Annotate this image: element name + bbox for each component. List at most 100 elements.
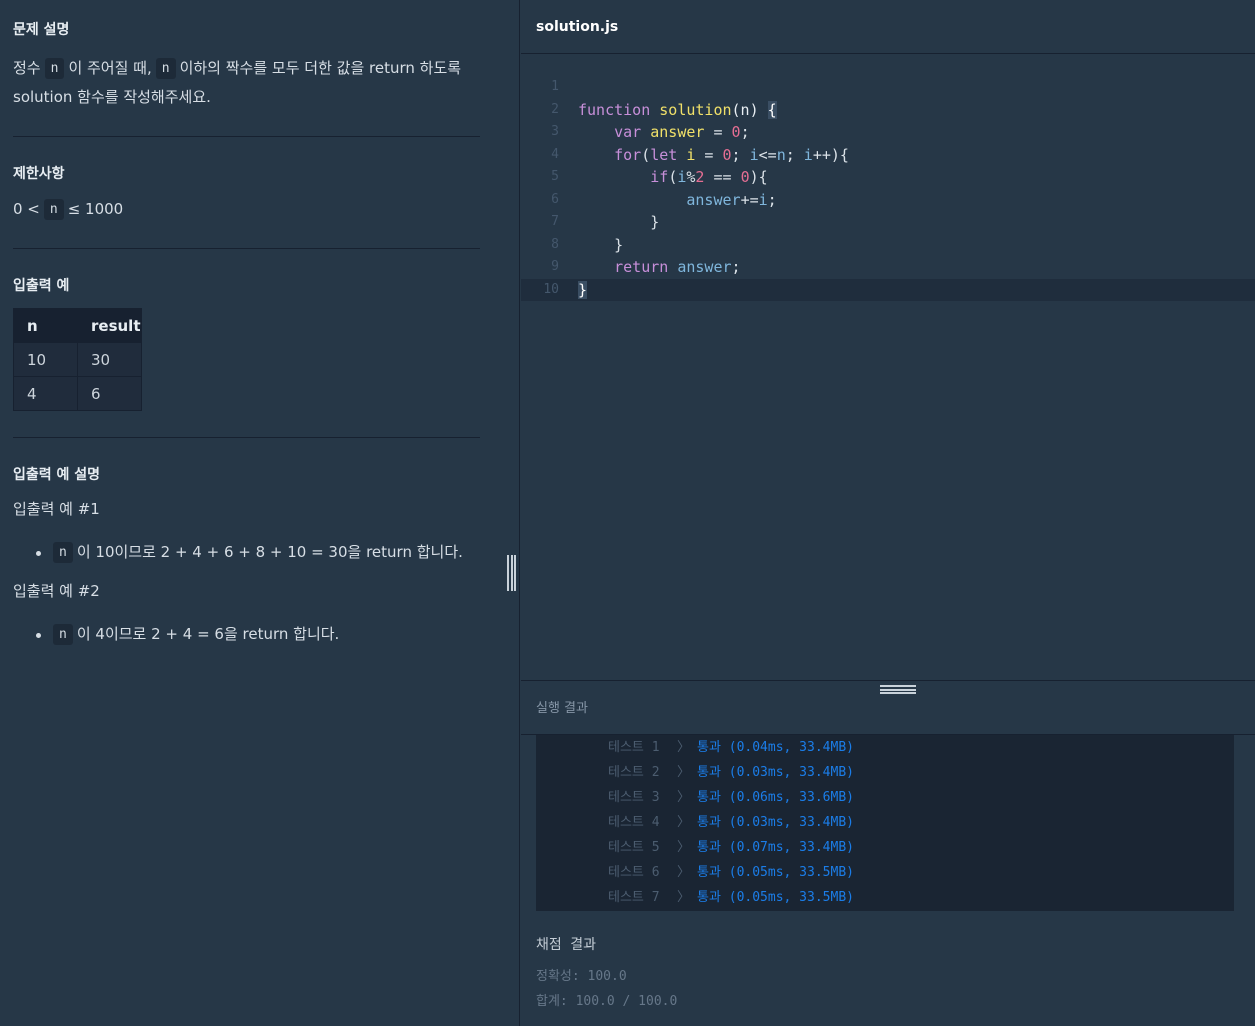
test-status: 통과 (0.04ms, 33.4MB) — [697, 740, 854, 755]
io-example-table: n result 10 30 4 6 — [13, 308, 142, 411]
problem-description: 정수 n 이 주어질 때, n 이하의 짝수를 모두 더한 값을 return 하도록 … — [13, 54, 480, 112]
table-cell: 10 — [13, 342, 78, 377]
code-line: 3 var answer = 0; — [521, 121, 1255, 144]
table-header: result — [77, 308, 142, 343]
example-1-text: n이 10이므로 2 + 4 + 6 + 8 + 10 = 30을 return… — [49, 538, 489, 567]
run-result-title: 실행 결과 — [536, 701, 588, 716]
code-token: return — [614, 258, 669, 276]
code-token: ; — [731, 145, 750, 164]
code-token: i — [749, 145, 759, 164]
code-token: if — [650, 168, 669, 186]
inline-code: n — [43, 199, 64, 220]
code-editor[interactable]: 1 2 function solution(n) { 3 var answer =… — [521, 76, 1255, 301]
desc-text: 이 주어질 때, — [68, 59, 152, 77]
code-token: (n) — [731, 100, 768, 119]
file-tab[interactable]: solution.js — [536, 19, 618, 35]
desc-text: solution 함수를 작성해주세요. — [13, 88, 211, 106]
test-name: 테스트 5 — [608, 840, 660, 855]
code-token: ; — [785, 145, 804, 164]
code-token: function — [578, 100, 651, 119]
test-name: 테스트 3 — [608, 790, 660, 805]
line-number: 8 — [551, 236, 559, 252]
test-name: 테스트 7 — [608, 890, 660, 905]
line-number: 7 — [551, 214, 559, 229]
code-token: answer — [650, 123, 705, 141]
code-token: } — [614, 235, 624, 254]
test-status: 통과 (0.03ms, 33.4MB) — [697, 765, 854, 780]
inline-code: n — [44, 58, 65, 79]
code-line: 5 if(i%2 == 0){ — [521, 166, 1255, 189]
code-token: var — [614, 123, 642, 141]
test-name: 테스트 4 — [608, 815, 660, 830]
line-number: 9 — [551, 259, 559, 274]
example-2-title: 입출력 예 #2 — [13, 582, 100, 600]
table-header: n — [13, 308, 78, 343]
code-token: { — [767, 100, 777, 119]
chevron-right-icon: 〉 — [677, 815, 691, 830]
constraint-line: 0 < n ≤ 1000 — [13, 195, 480, 224]
problem-description-title: 문제 설명 — [13, 22, 70, 38]
chevron-right-icon: 〉 — [677, 890, 691, 905]
divider — [13, 136, 480, 137]
grading-title: 채점 결과 — [536, 937, 596, 953]
code-token: ( — [668, 168, 678, 186]
chevron-right-icon: 〉 — [677, 790, 691, 805]
chevron-right-icon: 〉 — [677, 865, 691, 880]
code-token: ; — [767, 190, 777, 209]
code-token: } — [578, 280, 588, 299]
table-header-row: n result — [13, 308, 142, 343]
test-status: 통과 (0.03ms, 33.4MB) — [697, 815, 854, 830]
line-number: 5 — [551, 169, 559, 184]
code-line: 8 } — [521, 234, 1255, 257]
code-token: answer — [677, 258, 732, 276]
code-line: 1 — [521, 76, 1255, 99]
test-status: 통과 (0.07ms, 33.4MB) — [697, 840, 854, 855]
constraint-text: ≤ 1000 — [67, 200, 124, 218]
desc-text: 이하의 짝수를 모두 더한 값을 return 하도록 — [179, 59, 462, 77]
table-cell: 6 — [77, 376, 142, 411]
code-token: i — [803, 145, 813, 164]
test-name: 테스트 6 — [608, 865, 660, 880]
test-name: 테스트 2 — [608, 765, 660, 780]
line-number: 4 — [551, 146, 559, 162]
inline-code: n — [53, 542, 73, 563]
test-status: 통과 (0.05ms, 33.5MB) — [697, 890, 854, 905]
code-token: = — [695, 145, 723, 164]
code-token: ++){ — [812, 145, 849, 164]
test-status: 통과 (0.05ms, 33.5MB) — [697, 865, 854, 880]
table-row: 10 30 — [13, 342, 142, 377]
code-token: ; — [731, 258, 741, 276]
line-number: 6 — [551, 191, 559, 207]
test-status: 통과 (0.06ms, 33.6MB) — [697, 790, 854, 805]
bullet-icon — [36, 551, 41, 556]
chevron-right-icon: 〉 — [677, 840, 691, 855]
code-token: <= — [758, 145, 777, 164]
code-token: 0 — [731, 123, 741, 141]
line-number: 1 — [551, 79, 559, 94]
line-number: 10 — [543, 281, 559, 297]
example-2-text: n이 4이므로 2 + 4 = 6을 return 합니다. — [49, 620, 489, 649]
example-text: 이 10이므로 2 + 4 + 6 + 8 + 10 = 30을 return … — [76, 543, 463, 561]
code-token: } — [650, 213, 660, 231]
table-cell: 4 — [13, 376, 78, 411]
test-name: 테스트 1 — [608, 740, 660, 755]
code-token: answer — [686, 190, 741, 209]
constraints-title: 제한사항 — [13, 166, 65, 182]
constraint-text: 0 < — [13, 200, 40, 218]
code-token: i — [758, 190, 768, 209]
vertical-resize-handle[interactable] — [507, 555, 516, 591]
line-number: 2 — [551, 101, 559, 117]
io-explanation-title: 입출력 예 설명 — [13, 467, 101, 483]
code-token: ){ — [749, 168, 768, 186]
code-line: 7 } — [521, 211, 1255, 234]
code-line: 6 answer+=i; — [521, 189, 1255, 212]
editor-tab-bar: solution.js — [521, 0, 1255, 54]
example-1-title: 입출력 예 #1 — [13, 500, 100, 518]
grading-total: 합계: 100.0 / 100.0 — [536, 994, 678, 1009]
editor-results-divider — [521, 680, 1255, 681]
horizontal-resize-handle[interactable] — [880, 685, 916, 694]
test-results-list[interactable]: 테스트 1 〉 통과 (0.04ms, 33.4MB) 테스트 2 〉 통과 (0.03… — [536, 735, 1234, 911]
chevron-right-icon: 〉 — [677, 765, 691, 780]
grading-accuracy: 정확성: 100.0 — [536, 969, 627, 984]
code-line: 9 return answer; — [521, 256, 1255, 279]
